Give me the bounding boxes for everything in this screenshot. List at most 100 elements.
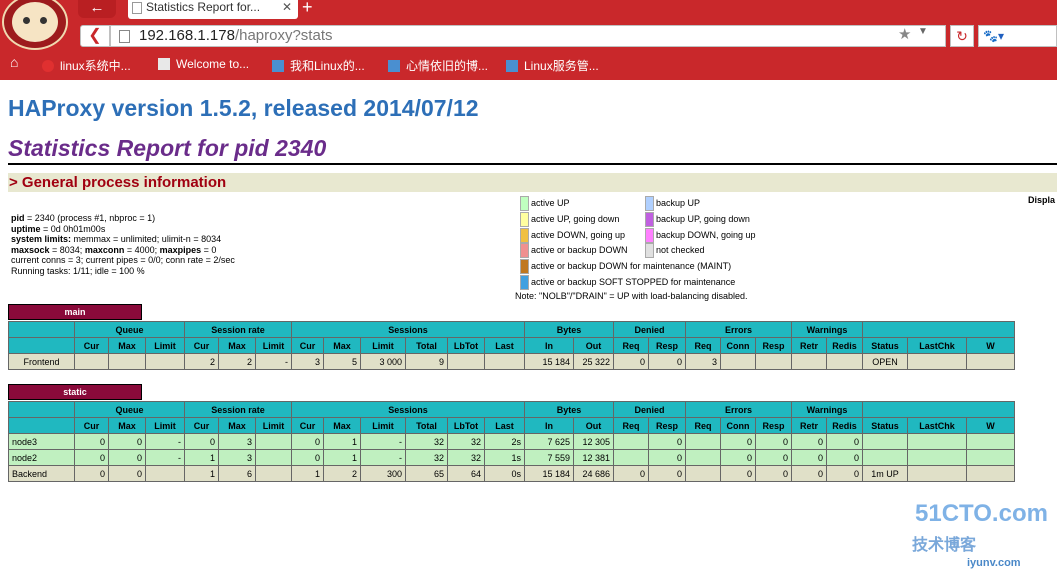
column-header: Retr <box>791 337 827 354</box>
table-cell: 5 <box>323 353 361 370</box>
page-content: HAProxy version 1.5.2, released 2014/07/… <box>0 80 1057 569</box>
proxy-name-static[interactable]: static <box>8 384 142 400</box>
column-header: Cur <box>291 417 324 434</box>
row-name[interactable]: Frontend <box>8 353 75 370</box>
column-header: Resp <box>755 417 792 434</box>
home-icon[interactable]: ⌂ <box>10 54 18 70</box>
browser-chrome: ← Statistics Report for... ✕ + ❮ 192.168… <box>0 0 1057 80</box>
table-row: Backend 0 0 1 6 1 2 300 65 64 0s 15 184 24 686 0 0 0 0 0 0… <box>8 465 1015 482</box>
table-cell: 1 <box>323 449 361 466</box>
bookmark-item[interactable]: Welcome to... <box>158 57 249 71</box>
proxy-name-main[interactable]: main <box>8 304 142 320</box>
table-cell <box>907 449 967 466</box>
group-header: Errors <box>685 401 792 418</box>
bookmark-favicon-icon <box>506 60 518 72</box>
legend-label: active UP, going down <box>531 213 620 224</box>
column-header: Cur <box>184 337 219 354</box>
table-cell: 1m UP <box>862 465 908 482</box>
table-row: node2 0 0-1 3 0 1-32 32 1s 7 559 12 381 0 0 0 0 0 <box>8 449 1015 466</box>
column-header: Total <box>405 417 448 434</box>
bookmark-star-icon[interactable]: ★ <box>898 25 911 43</box>
row-name[interactable]: node2 <box>8 449 75 466</box>
legend-item: active DOWN, going up <box>520 227 625 243</box>
table-row: node3 0 0-0 3 0 1-32 32 2s 7 625 12 305 0 0 0 0 0 <box>8 433 1015 450</box>
group-header: Session rate <box>184 401 292 418</box>
legend-swatch <box>645 196 654 211</box>
table-cell: 0 <box>108 465 146 482</box>
table-cell: 0 <box>755 449 792 466</box>
back-button[interactable]: ❮ <box>80 25 110 47</box>
row-name[interactable]: node3 <box>8 433 75 450</box>
table-cell <box>685 449 721 466</box>
column-header: Max <box>323 417 361 434</box>
table-cell: 9 <box>405 353 448 370</box>
table-cell <box>966 449 1015 466</box>
stats-table-static: Queue Session rate Sessions Bytes Denied Erro… <box>8 401 1015 482</box>
bookmark-item[interactable]: Linux服务管... <box>506 57 599 74</box>
table-cell: 0 <box>791 465 827 482</box>
bookmark-item[interactable]: 心情依旧的博... <box>388 57 488 74</box>
legend-label: backup UP <box>656 198 701 208</box>
column-header: Limit <box>360 417 406 434</box>
search-engine-box[interactable]: 🐾▾ <box>978 25 1057 47</box>
table-cell: 0 <box>720 465 756 482</box>
table-cell <box>613 449 649 466</box>
table-cell: 15 184 <box>524 465 574 482</box>
table-cell <box>966 465 1015 482</box>
column-header-row: Cur Max Limit Cur Max Limit Cur Max Limit Total Lb… <box>8 417 1015 434</box>
legend-swatch <box>645 227 654 243</box>
column-header: Status <box>862 337 908 354</box>
group-header <box>862 321 1015 338</box>
chevron-down-icon[interactable]: ▼ <box>918 26 928 37</box>
column-header: LbTot <box>447 417 485 434</box>
tab-back-button[interactable]: ← <box>78 0 116 18</box>
table-cell <box>255 433 292 450</box>
tab-statistics-report[interactable]: Statistics Report for... ✕ <box>128 0 298 19</box>
bookmark-item[interactable]: linux系统中... <box>42 57 131 74</box>
table-cell: 0 <box>108 433 146 450</box>
divider <box>8 163 1057 165</box>
table-cell <box>74 353 109 370</box>
table-cell: 0 <box>291 433 324 450</box>
column-header: Max <box>218 417 256 434</box>
column-header: Max <box>108 337 146 354</box>
column-header: Conn <box>720 337 756 354</box>
table-cell: 1 <box>184 449 219 466</box>
column-header: Max <box>108 417 146 434</box>
table-cell: 300 <box>360 465 406 482</box>
column-header <box>8 417 75 434</box>
table-cell: - <box>360 433 406 450</box>
table-cell: - <box>255 353 292 370</box>
tab-close-icon[interactable]: ✕ <box>282 0 292 15</box>
column-header: LbTot <box>447 337 485 354</box>
table-cell: 2 <box>323 465 361 482</box>
column-header: Cur <box>291 337 324 354</box>
table-cell: 12 305 <box>573 433 614 450</box>
legend-item: backup UP <box>645 196 700 211</box>
bookmark-item[interactable]: 我和Linux的... <box>272 57 365 74</box>
group-header: Warnings <box>791 401 863 418</box>
watermark: 51CTO.com 技术博客 iyunv.com <box>912 500 1048 569</box>
group-header <box>862 401 1015 418</box>
reload-button[interactable]: ↻ <box>950 25 974 47</box>
column-header: Max <box>323 337 361 354</box>
table-cell: 0 <box>791 449 827 466</box>
column-header: W <box>966 337 1015 354</box>
legend-label: active or backup DOWN <box>531 245 628 256</box>
new-tab-button[interactable]: + <box>302 0 313 18</box>
url-path: /haproxy?stats <box>234 27 333 44</box>
address-bar[interactable]: 192.168.1.178/haproxy?stats <box>110 25 946 47</box>
table-cell <box>720 353 756 370</box>
column-header: Redis <box>826 417 863 434</box>
table-cell: 32 <box>447 449 485 466</box>
table-cell: 0 <box>720 433 756 450</box>
legend-swatch <box>520 275 529 290</box>
table-cell <box>255 465 292 482</box>
column-header: Req <box>685 337 721 354</box>
row-name[interactable]: Backend <box>8 465 75 482</box>
group-header-row: Queue Session rate Sessions Bytes Denied Erro… <box>8 401 1015 418</box>
table-cell <box>685 465 721 482</box>
column-header: W <box>966 417 1015 434</box>
group-header: Session rate <box>184 321 292 338</box>
table-cell: 25 322 <box>573 353 614 370</box>
